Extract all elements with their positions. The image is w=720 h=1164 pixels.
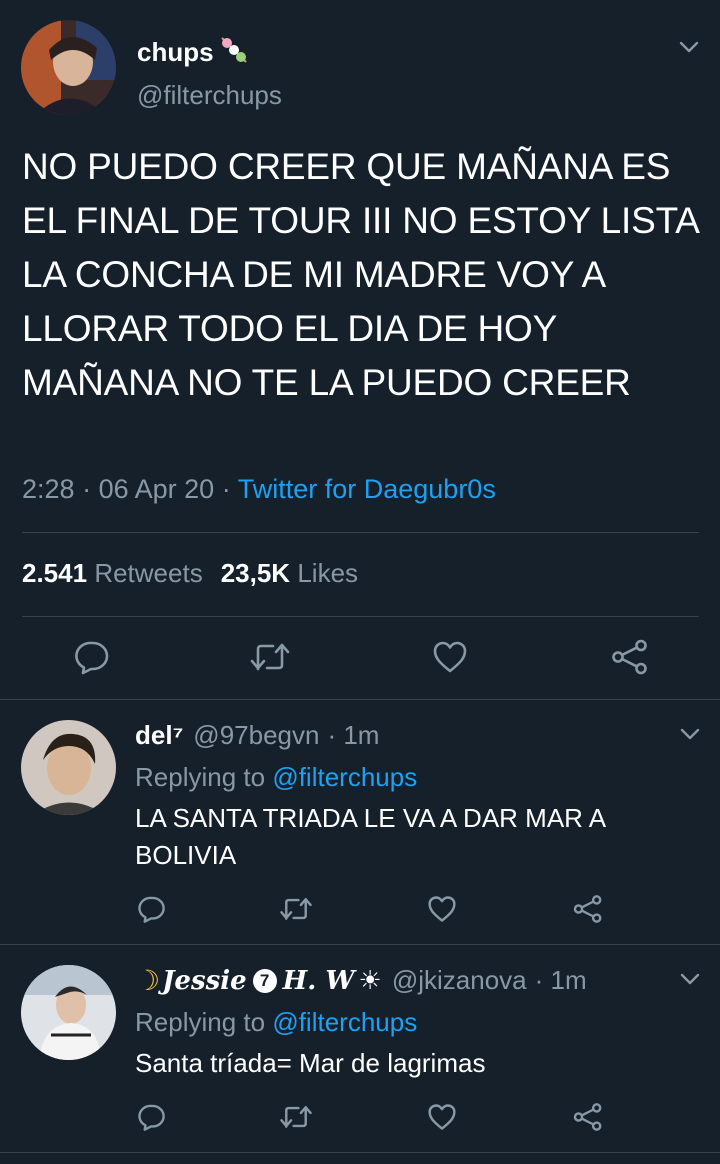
likes-count: 23,5K [220, 558, 291, 588]
retweets-label: Retweets [94, 558, 203, 588]
reply-time: · 1m [327, 720, 380, 750]
divider [0, 1152, 720, 1153]
mention-link[interactable]: @filterchups [272, 762, 417, 792]
share-icon[interactable] [611, 639, 649, 675]
divider [0, 944, 720, 945]
display-name[interactable]: ☽ Jessie 7 H. W ☀ [135, 964, 382, 997]
reply-time: · 1m [534, 965, 587, 995]
replying-label: Replying to [135, 762, 266, 792]
retweet-icon[interactable] [279, 1104, 313, 1130]
like-icon[interactable] [427, 895, 457, 923]
mention-link[interactable]: @filterchups [272, 1007, 417, 1037]
tweet-meta: 2:28 · 06 Apr 20 · Twitter for Daegubr0s [22, 474, 496, 505]
dango-icon [218, 34, 250, 71]
user-handle[interactable]: @filterchups [137, 80, 282, 111]
retweets-count: 2.541 [22, 558, 88, 588]
share-icon[interactable] [573, 1102, 603, 1132]
reply-header: ☽ Jessie 7 H. W ☀ @jkizanova · 1m [135, 964, 587, 997]
likes-label: Likes [297, 558, 359, 588]
divider [22, 616, 699, 617]
reply-icon[interactable] [72, 639, 110, 675]
display-name-text: chups [137, 37, 214, 67]
tweet-source[interactable]: Twitter for Daegubr0s [238, 474, 496, 504]
chevron-down-icon[interactable] [676, 34, 702, 60]
display-name-script: Jessie [162, 965, 247, 996]
display-name[interactable]: chups [137, 34, 250, 71]
divider [0, 699, 720, 700]
replying-to: Replying to @filterchups [135, 762, 417, 793]
replying-to: Replying to @filterchups [135, 1007, 417, 1038]
main-tweet: chups @filterchups NO PUEDO CREER QUE MA… [0, 0, 720, 700]
display-name[interactable]: del⁷ [135, 720, 183, 751]
tweet-time: 2:28 [22, 474, 75, 504]
retweet-icon[interactable] [249, 641, 291, 673]
avatar[interactable] [21, 965, 116, 1060]
display-name-suffix: H. W [282, 965, 355, 996]
reply-text: Santa tríada= Mar de lagrimas [135, 1048, 486, 1078]
meta-separator: · [82, 474, 92, 504]
tweet-stats: 2.541 Retweets 23,5K Likes [22, 558, 358, 589]
like-icon[interactable] [432, 640, 468, 674]
share-icon[interactable] [573, 894, 603, 924]
avatar[interactable] [21, 20, 116, 115]
chevron-down-icon[interactable] [677, 721, 703, 747]
reply-header: del⁷ @97begvn · 1m [135, 720, 379, 751]
reply-text: LA SANTA TRIADA LE VA A DAR MAR A BOLIVI… [135, 803, 605, 870]
user-handle[interactable]: @jkizanova [392, 965, 527, 996]
badge-seven-icon: 7 [252, 968, 277, 993]
retweets-stat[interactable]: 2.541 Retweets [22, 558, 203, 588]
tweet-date: 06 Apr 20 [98, 474, 215, 504]
avatar[interactable] [21, 720, 116, 815]
sun-icon: ☀ [358, 965, 382, 995]
like-icon[interactable] [427, 1103, 457, 1131]
meta-separator: · [221, 474, 231, 504]
likes-stat[interactable]: 23,5K Likes [221, 558, 358, 588]
user-handle[interactable]: @97begvn [193, 720, 319, 751]
tweet-text: NO PUEDO CREER QUE MAÑANA ES EL FINAL DE… [22, 146, 698, 403]
replying-label: Replying to [135, 1007, 266, 1037]
moon-icon: ☽ [135, 965, 161, 996]
reply-icon[interactable] [136, 894, 166, 924]
chevron-down-icon[interactable] [677, 966, 703, 992]
retweet-icon[interactable] [279, 896, 313, 922]
divider [22, 532, 699, 533]
reply-icon[interactable] [136, 1102, 166, 1132]
